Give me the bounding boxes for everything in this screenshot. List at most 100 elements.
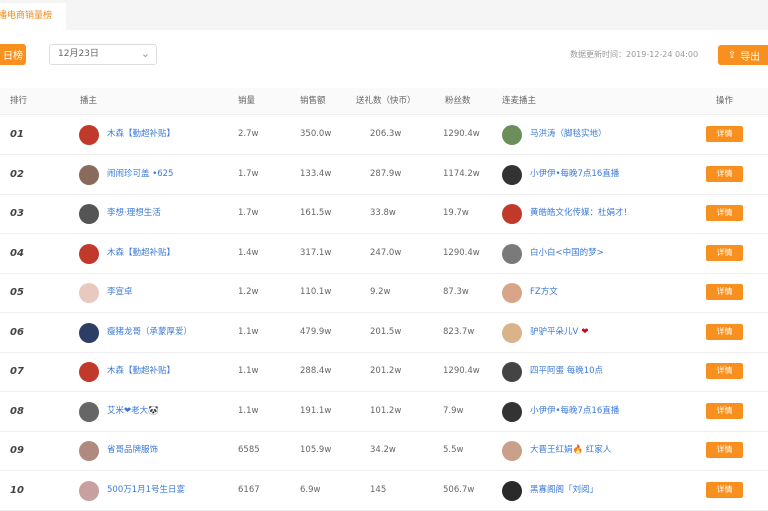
mic-anchor-name-link[interactable]: 四平阿蛋 每晚10点: [530, 352, 603, 391]
revenue-value: 110.1w: [300, 287, 332, 297]
anchor-avatar[interactable]: [79, 322, 99, 343]
mic-anchor-name-link[interactable]: 黄皓皓文化传媒：杜娟才！: [530, 194, 632, 233]
detail-button[interactable]: 详情: [706, 442, 743, 458]
table-row: 08 艾米❤老大🐼 1.1w 191.1w 101.2w 7.9w 小伊伊•每晚7点16直播…: [0, 392, 768, 432]
table-row: 05 李宣卓 1.2w 110.1w 9.2w 87.3w FZ方文 详情: [0, 273, 768, 313]
fans-value: 1290.4w: [443, 366, 480, 376]
anchor-avatar[interactable]: [79, 204, 99, 224]
mic-anchor-name-link[interactable]: FZ方文: [530, 273, 558, 312]
header-anchor: 播主: [80, 96, 98, 106]
sales-value: 2.7w: [238, 129, 259, 139]
update-time: 数据更新时间：2019-12-24 04:00: [570, 50, 699, 59]
mic-anchor-avatar[interactable]: [502, 441, 522, 461]
detail-button[interactable]: 详情: [706, 481, 743, 498]
rank-number: 08: [10, 405, 24, 417]
gifts-value: 101.2w: [370, 405, 402, 416]
header-gifts: 送礼数（快币）: [356, 96, 416, 106]
anchor-name-link[interactable]: 李宣卓: [107, 273, 133, 312]
anchor-avatar[interactable]: [79, 125, 99, 145]
fans-value: 1290.4w: [443, 129, 480, 139]
detail-button[interactable]: 详情: [706, 205, 743, 221]
fans-value: 7.9w: [443, 405, 464, 416]
anchor-avatar[interactable]: [79, 480, 99, 501]
detail-button[interactable]: 详情: [706, 363, 743, 379]
table-row: 03 李想·理想生活 1.7w 161.5w 33.8w 19.7w 黄皓皓文化传媒：杜娟才…: [0, 194, 768, 234]
sales-value: 1.1w: [238, 366, 259, 376]
anchor-name-link[interactable]: 省哥品牌服饰: [107, 431, 158, 470]
anchor-avatar[interactable]: [79, 164, 99, 185]
mic-anchor-name-link[interactable]: 大晋王红娟🔥 红家人: [530, 431, 611, 470]
anchor-avatar[interactable]: [79, 243, 99, 264]
anchor-name-link[interactable]: 艾米❤老大🐼: [107, 392, 159, 431]
table-row: 01 木森【勤超补贴】 2.7w 350.0w 206.3w 1290.4w 马洪涛（脚毯实…: [0, 115, 768, 155]
export-icon: ⇪: [727, 49, 737, 61]
fans-value: 5.5w: [443, 445, 464, 455]
header-rank: 排行: [10, 96, 28, 106]
header-fans: 粉丝数: [445, 96, 471, 106]
fans-value: 87.3w: [443, 287, 469, 297]
rank-number: 04: [10, 247, 24, 259]
anchor-name-link[interactable]: 木森【勤超补贴】: [107, 352, 175, 391]
sales-value: 1.7w: [238, 208, 259, 218]
gifts-value: 201.5w: [370, 326, 402, 337]
mic-anchor-avatar[interactable]: [502, 204, 522, 224]
detail-button[interactable]: 详情: [706, 284, 743, 300]
anchor-name-link[interactable]: 李想·理想生活: [107, 194, 161, 233]
mic-anchor-avatar[interactable]: [502, 401, 522, 422]
table-row: 04 木森【勤超补贴】 1.4w 317.1w 247.0w 1290.4w 白小白<中国的…: [0, 234, 768, 274]
mic-anchor-name-link[interactable]: 黑寡阁阁「刘阅」: [530, 471, 598, 510]
anchor-avatar[interactable]: [79, 441, 99, 461]
top-tab-bar: 播电商销量榜: [0, 0, 768, 30]
detail-button[interactable]: 详情: [706, 244, 743, 261]
anchor-avatar[interactable]: [79, 283, 99, 303]
mic-anchor-avatar[interactable]: [502, 480, 522, 501]
tab-sales-ranking[interactable]: 播电商销量榜: [0, 3, 66, 30]
revenue-value: 191.1w: [300, 405, 332, 416]
sales-value: 1.1w: [238, 326, 259, 337]
rank-number: 05: [10, 287, 24, 298]
mic-anchor-avatar[interactable]: [502, 243, 522, 264]
sales-value: 6167: [238, 484, 260, 495]
detail-button[interactable]: 详情: [706, 402, 743, 419]
detail-button[interactable]: 详情: [706, 165, 743, 182]
anchor-name-link[interactable]: 瘦猪龙哥（承蒙厚爱）: [107, 313, 192, 352]
mic-anchor-avatar[interactable]: [502, 322, 522, 343]
anchor-name-link[interactable]: 闹闹珍可盖 •625: [107, 155, 173, 194]
day-ranking-button[interactable]: 日榜: [0, 44, 26, 65]
revenue-value: 317.1w: [300, 247, 332, 258]
mic-anchor-name-link[interactable]: 白小白<中国的梦>: [530, 234, 604, 273]
table-row: 09 省哥品牌服饰 6585 105.9w 34.2w 5.5w 大晋王红娟🔥 红家人 详情: [0, 431, 768, 471]
anchor-name-link[interactable]: 木森【勤超补贴】: [107, 234, 175, 273]
gifts-value: 201.2w: [370, 366, 402, 376]
fans-value: 506.7w: [443, 484, 475, 495]
gifts-value: 206.3w: [370, 129, 402, 139]
anchor-avatar[interactable]: [79, 362, 99, 382]
detail-button[interactable]: 详情: [706, 323, 743, 340]
rank-number: 07: [10, 366, 24, 377]
gifts-value: 247.0w: [370, 247, 402, 258]
detail-button[interactable]: 详情: [706, 126, 743, 142]
mic-anchor-name-link[interactable]: 小伊伊•每晚7点16直播: [530, 392, 619, 431]
fans-value: 19.7w: [443, 208, 469, 218]
rank-number: 06: [10, 326, 24, 338]
mic-anchor-avatar[interactable]: [502, 362, 522, 382]
table-row: 02 闹闹珍可盖 •625 1.7w 133.4w 287.9w 1174.2w 小伊伊•每…: [0, 155, 768, 195]
fans-value: 823.7w: [443, 326, 475, 337]
chevron-down-icon: ⌄: [140, 47, 150, 60]
revenue-value: 6.9w: [300, 484, 321, 495]
mic-anchor-name-link[interactable]: 马洪涛（脚毯实地）: [530, 115, 607, 154]
export-button[interactable]: ⇪ 导出: [718, 45, 768, 65]
gifts-value: 33.8w: [370, 208, 396, 218]
date-select[interactable]: 12月23日 ⌄: [49, 44, 157, 65]
mic-anchor-avatar[interactable]: [502, 125, 522, 145]
anchor-avatar[interactable]: [79, 401, 99, 422]
mic-anchor-avatar[interactable]: [502, 164, 522, 185]
mic-anchor-avatar[interactable]: [502, 283, 522, 303]
mic-anchor-name-link[interactable]: 驴驴平朵儿V ❤: [530, 313, 588, 352]
gifts-value: 145: [370, 484, 387, 495]
anchor-name-link[interactable]: 500万1月1号生日宴: [107, 471, 185, 510]
anchor-name-link[interactable]: 木森【勤超补贴】: [107, 115, 175, 154]
mic-anchor-name-link[interactable]: 小伊伊•每晚7点16直播: [530, 155, 619, 194]
rank-number: 02: [10, 168, 24, 180]
sales-value: 1.1w: [238, 405, 259, 416]
